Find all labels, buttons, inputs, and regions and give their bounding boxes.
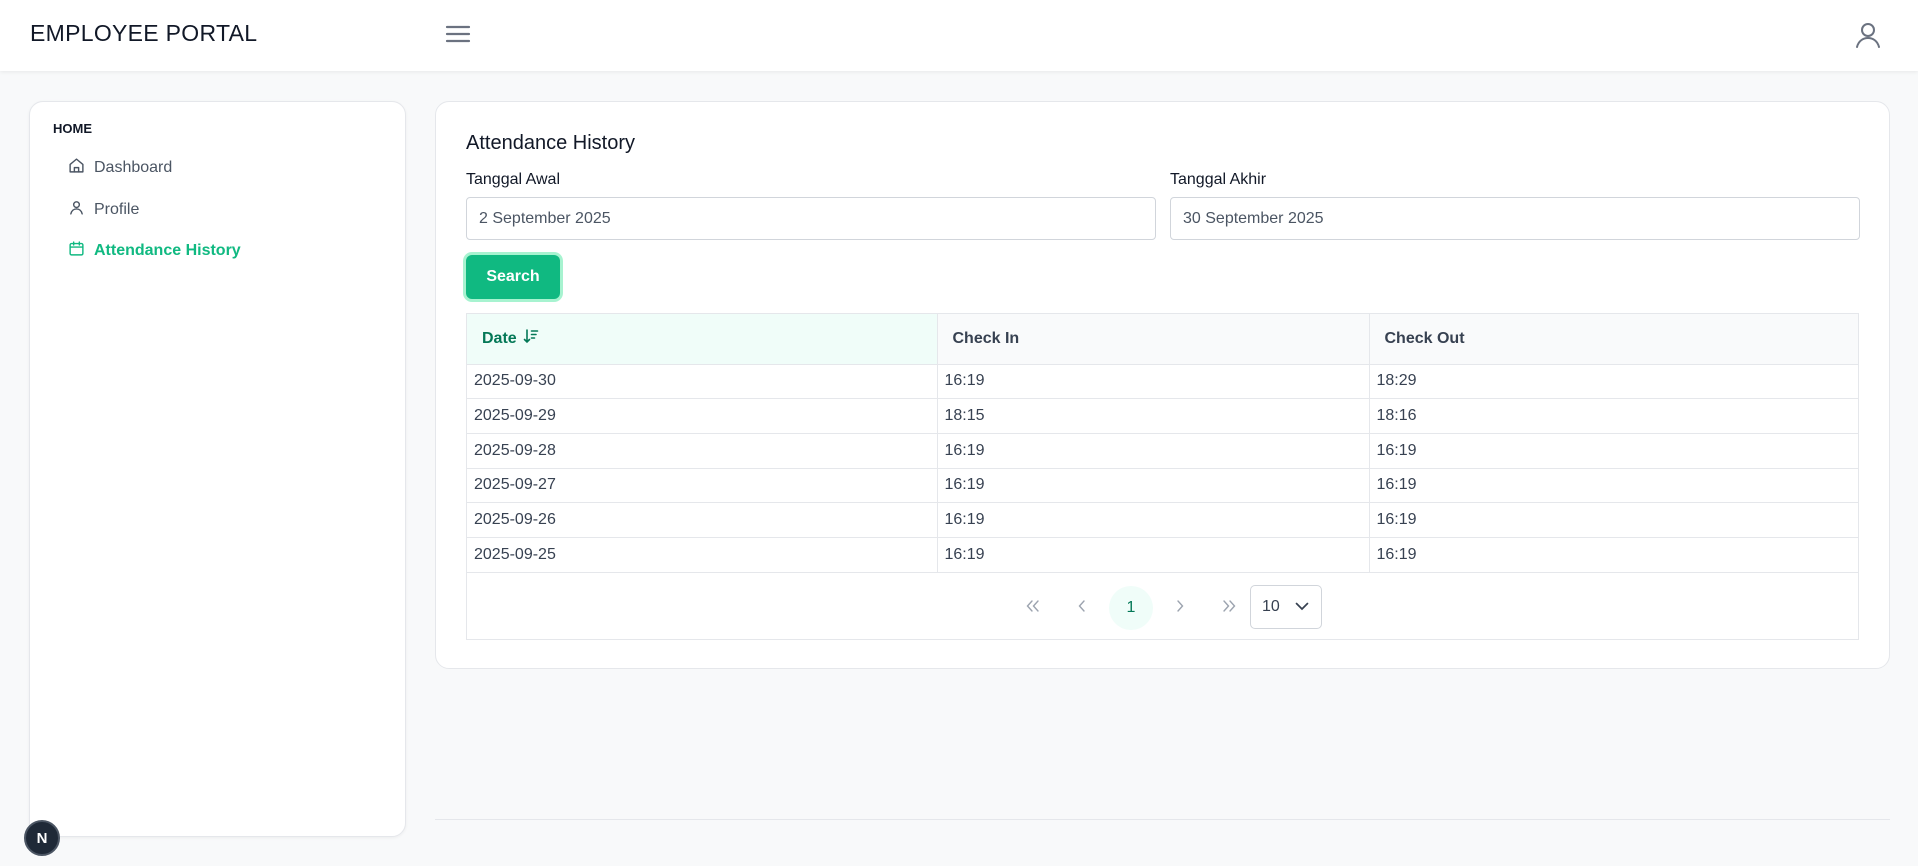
user-icon: [68, 199, 85, 221]
check-in-cell: 16:19: [937, 537, 1370, 573]
check-out-cell: 16:19: [1369, 502, 1858, 538]
page-number-button[interactable]: 1: [1109, 586, 1153, 630]
check-out-cell: 16:19: [1369, 433, 1858, 469]
sidebar-item-label: Dashboard: [94, 159, 173, 176]
calendar-icon: [68, 240, 85, 262]
top-bar: EMPLOYEE PORTAL: [0, 0, 1918, 71]
next-page-button[interactable]: [1158, 586, 1202, 630]
pagination: 1 10: [467, 574, 1858, 640]
last-page-button[interactable]: [1207, 586, 1251, 630]
user-icon[interactable]: [1852, 19, 1884, 51]
table-row: 2025-09-26 16:19 16:19: [467, 502, 1858, 538]
check-in-cell: 18:15: [937, 398, 1370, 434]
table-header-row: Date Check In Check Out: [467, 314, 1858, 365]
table-row: 2025-09-28 16:19 16:19: [467, 433, 1858, 469]
hamburger-menu-icon[interactable]: [444, 22, 472, 46]
date-cell: 2025-09-30: [467, 364, 938, 400]
footer-divider: [435, 819, 1890, 820]
column-header-check-in[interactable]: Check In: [937, 314, 1370, 365]
sidebar: HOME Dashboard Profile Attendance Histor…: [29, 101, 406, 837]
chevrons-left-icon: [1026, 599, 1040, 617]
check-out-cell: 18:16: [1369, 398, 1858, 434]
chevron-left-icon: [1078, 599, 1086, 617]
sidebar-item-label: Profile: [94, 201, 140, 218]
attendance-card: Attendance History Tanggal Awal Tanggal …: [435, 101, 1890, 669]
column-header-date[interactable]: Date: [467, 314, 938, 365]
date-cell: 2025-09-29: [467, 398, 938, 434]
attendance-table: Date Check In Check Out 2025-09-30 16:19 1…: [466, 313, 1859, 640]
sidebar-item-attendance-history[interactable]: Attendance History: [68, 237, 241, 265]
date-cell: 2025-09-28: [467, 433, 938, 469]
end-date-label: Tanggal Akhir: [1170, 171, 1267, 188]
date-cell: 2025-09-25: [467, 537, 938, 573]
first-page-button[interactable]: [1011, 586, 1055, 630]
home-icon: [68, 157, 85, 179]
date-cell: 2025-09-26: [467, 502, 938, 538]
column-header-check-out[interactable]: Check Out: [1369, 314, 1858, 365]
table-row: 2025-09-25 16:19 16:19: [467, 537, 1858, 573]
search-button[interactable]: Search: [466, 255, 560, 299]
sidebar-heading: HOME: [53, 121, 92, 136]
chevron-right-icon: [1176, 599, 1184, 617]
chevrons-right-icon: [1222, 599, 1236, 617]
date-cell: 2025-09-27: [467, 468, 938, 504]
check-out-cell: 18:29: [1369, 364, 1858, 400]
sidebar-item-dashboard[interactable]: Dashboard: [68, 154, 172, 182]
check-in-cell: 16:19: [937, 364, 1370, 400]
check-out-cell: 16:19: [1369, 537, 1858, 573]
start-date-label: Tanggal Awal: [466, 171, 560, 188]
table-row: 2025-09-27 16:19 16:19: [467, 468, 1858, 504]
page-size-select[interactable]: 10: [1250, 585, 1322, 629]
previous-page-button[interactable]: [1060, 586, 1104, 630]
check-out-cell: 16:19: [1369, 468, 1858, 504]
sort-descending-icon: [523, 328, 539, 349]
sidebar-item-profile[interactable]: Profile: [68, 196, 139, 224]
page-size-value: 10: [1262, 598, 1280, 615]
dev-tools-button[interactable]: N: [24, 820, 60, 856]
page-title: Attendance History: [466, 132, 635, 154]
start-date-input[interactable]: [466, 197, 1156, 240]
end-date-input[interactable]: [1170, 197, 1860, 240]
sidebar-item-label: Attendance History: [94, 242, 241, 259]
check-in-cell: 16:19: [937, 468, 1370, 504]
brand-title: EMPLOYEE PORTAL: [30, 20, 258, 46]
check-in-cell: 16:19: [937, 433, 1370, 469]
table-row: 2025-09-30 16:19 18:29: [467, 364, 1858, 400]
check-in-cell: 16:19: [937, 502, 1370, 538]
table-row: 2025-09-29 18:15 18:16: [467, 398, 1858, 434]
